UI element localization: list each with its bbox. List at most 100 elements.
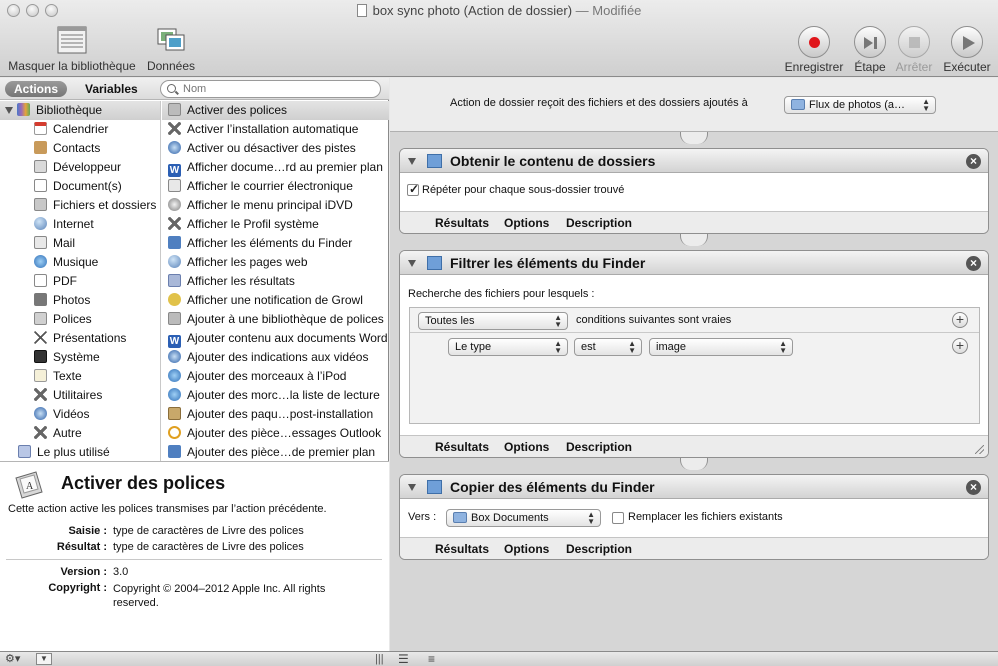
description-tab[interactable]: Description	[566, 542, 632, 556]
disclosure-triangle-icon[interactable]	[5, 107, 13, 114]
word-icon: W	[168, 164, 181, 177]
action-item[interactable]: Activer ou désactiver des pistes	[162, 139, 356, 158]
library-item-autre[interactable]: Autre	[34, 424, 82, 443]
action-item[interactable]: Afficher le menu principal iDVD	[162, 196, 353, 215]
action-item[interactable]: Ajouter à une bibliothèque de polices	[162, 310, 384, 329]
pane-splitter-icon[interactable]: |||	[375, 652, 384, 666]
description-tab[interactable]: Description	[566, 440, 632, 454]
remove-action-icon[interactable]: ×	[966, 256, 981, 271]
step-button[interactable]: Étape	[851, 26, 889, 74]
remove-action-icon[interactable]: ×	[966, 480, 981, 495]
search-field[interactable]	[160, 80, 381, 98]
library-item-contacts[interactable]: Contacts	[34, 139, 100, 158]
options-tab[interactable]: Options	[504, 542, 549, 556]
match-popup[interactable]: Toutes les ▲ ▼	[418, 312, 568, 330]
library-item-documents[interactable]: Document(s)	[34, 177, 122, 196]
action-item[interactable]: Afficher les pages web	[162, 253, 308, 272]
library-item-label: Autre	[53, 426, 82, 440]
svg-text:A: A	[26, 481, 34, 492]
workflow-area: Action de dossier reçoit des fichiers et…	[390, 78, 998, 651]
options-tab[interactable]: Options	[504, 440, 549, 454]
results-tab[interactable]: Résultats	[435, 216, 489, 230]
stop-button[interactable]: Arrêter	[893, 26, 935, 74]
mail-icon	[34, 236, 47, 249]
library-item-texte[interactable]: Texte	[34, 367, 82, 386]
repeat-subfolders-label: Répéter pour chaque sous-dossier trouvé	[422, 184, 625, 196]
library-item-fichiers[interactable]: Fichiers et dossiers	[34, 196, 156, 215]
action-item-label: Ajouter des pièce…essages Outlook	[187, 426, 382, 440]
library-item-videos[interactable]: Vidéos	[34, 405, 89, 424]
list-view-icon[interactable]: ☰	[398, 652, 409, 666]
popup-arrows-icon: ▲ ▼	[922, 97, 930, 113]
stop-icon	[909, 37, 920, 48]
remove-action-icon[interactable]: ×	[966, 154, 981, 169]
disclosure-triangle-icon[interactable]	[408, 484, 416, 491]
library-item-utilitaires[interactable]: Utilitaires	[34, 386, 102, 405]
action-item[interactable]: Activer des polices	[162, 101, 389, 120]
disclosure-triangle-icon[interactable]	[408, 158, 416, 165]
replace-existing-checkbox[interactable]	[612, 512, 624, 524]
library-item-mail[interactable]: Mail	[34, 234, 75, 253]
action-item-label: Afficher le Profil système	[187, 217, 319, 231]
action-item[interactable]: Afficher les éléments du Finder	[162, 234, 352, 253]
action-item[interactable]: Ajouter des paqu…post-installation	[162, 405, 373, 424]
tab-variables[interactable]: Variables	[76, 81, 147, 97]
criterion-field-popup[interactable]: Le type ▲ ▼	[448, 338, 568, 356]
videos-icon	[34, 407, 47, 420]
resize-grip-icon[interactable]	[975, 445, 984, 454]
data-button[interactable]: Données	[145, 26, 197, 73]
library-item-systeme[interactable]: Système	[34, 348, 100, 367]
add-subcriterion-button[interactable]: +	[952, 338, 968, 354]
popup-arrows-icon: ▲ ▼	[554, 339, 562, 355]
options-tab[interactable]: Options	[504, 216, 549, 230]
search-input[interactable]	[181, 82, 371, 96]
criterion-value-popup[interactable]: image ▲ ▼	[649, 338, 793, 356]
library-item-plus-utilise[interactable]: Le plus utilisé	[18, 443, 110, 461]
library-item-presentations[interactable]: Présentations	[34, 329, 126, 348]
action-item[interactable]: Ajouter des morceaux à l’iPod	[162, 367, 346, 386]
library-item-label: Présentations	[53, 331, 127, 345]
hide-library-button[interactable]: Masquer la bibliothèque	[6, 26, 138, 73]
action-item[interactable]: W Afficher docume…rd au premier plan	[162, 158, 383, 177]
action-item[interactable]: Ajouter des indications aux vidéos	[162, 348, 368, 367]
library-item-internet[interactable]: Internet	[34, 215, 94, 234]
results-tab[interactable]: Résultats	[435, 542, 489, 556]
library-item-label: Calendrier	[53, 122, 109, 136]
gear-icon[interactable]: ⚙▾	[5, 652, 20, 666]
library-item-developpeur[interactable]: Développeur	[34, 158, 121, 177]
record-button[interactable]: Enregistrer	[784, 26, 844, 74]
tab-actions[interactable]: Actions	[5, 81, 68, 97]
action-item-label: Ajouter des morc…la liste de lecture	[187, 388, 380, 402]
library-options-icon[interactable]: ▼	[36, 653, 52, 665]
action-item[interactable]: Afficher le Profil système	[162, 215, 319, 234]
run-button[interactable]: Exécuter	[941, 26, 993, 74]
action-item[interactable]: Afficher les résultats	[162, 272, 295, 291]
library-item-calendrier[interactable]: Calendrier	[34, 120, 108, 139]
action-item-label: Afficher les pages web	[187, 255, 308, 269]
quicktime-icon	[168, 350, 181, 363]
destination-popup[interactable]: Box Documents ▲ ▼	[446, 509, 601, 527]
hide-library-label: Masquer la bibliothèque	[8, 59, 136, 73]
results-tab[interactable]: Résultats	[435, 440, 489, 454]
action-title: Obtenir le contenu de dossiers	[450, 153, 656, 169]
action-item[interactable]: Activer l’installation automatique	[162, 120, 358, 139]
library-item-musique[interactable]: Musique	[34, 253, 98, 272]
action-item[interactable]: Ajouter des pièce…de premier plan	[162, 443, 375, 461]
folder-popup[interactable]: Flux de photos (a… ▲ ▼	[784, 96, 936, 114]
library-item-bibliotheque[interactable]: Bibliothèque	[0, 101, 160, 120]
repeat-subfolders-checkbox[interactable]	[407, 182, 419, 196]
action-item[interactable]: W Ajouter contenu aux documents Word	[162, 329, 388, 348]
action-item[interactable]: Afficher une notification de Growl	[162, 291, 363, 310]
description-tab[interactable]: Description	[566, 216, 632, 230]
log-view-icon[interactable]: ≡	[428, 652, 435, 666]
action-item[interactable]: Ajouter des pièce…essages Outlook	[162, 424, 381, 443]
disclosure-triangle-icon[interactable]	[408, 260, 416, 267]
add-criterion-button[interactable]: +	[952, 312, 968, 328]
library-item-pdf[interactable]: PDF	[34, 272, 77, 291]
action-item[interactable]: Ajouter des morc…la liste de lecture	[162, 386, 380, 405]
criterion-operator-popup[interactable]: est ▲ ▼	[574, 338, 642, 356]
action-item[interactable]: Afficher le courrier électronique	[162, 177, 353, 196]
library-item-photos[interactable]: Photos	[34, 291, 90, 310]
library-item-polices[interactable]: Polices	[34, 310, 92, 329]
play-icon	[963, 36, 975, 50]
